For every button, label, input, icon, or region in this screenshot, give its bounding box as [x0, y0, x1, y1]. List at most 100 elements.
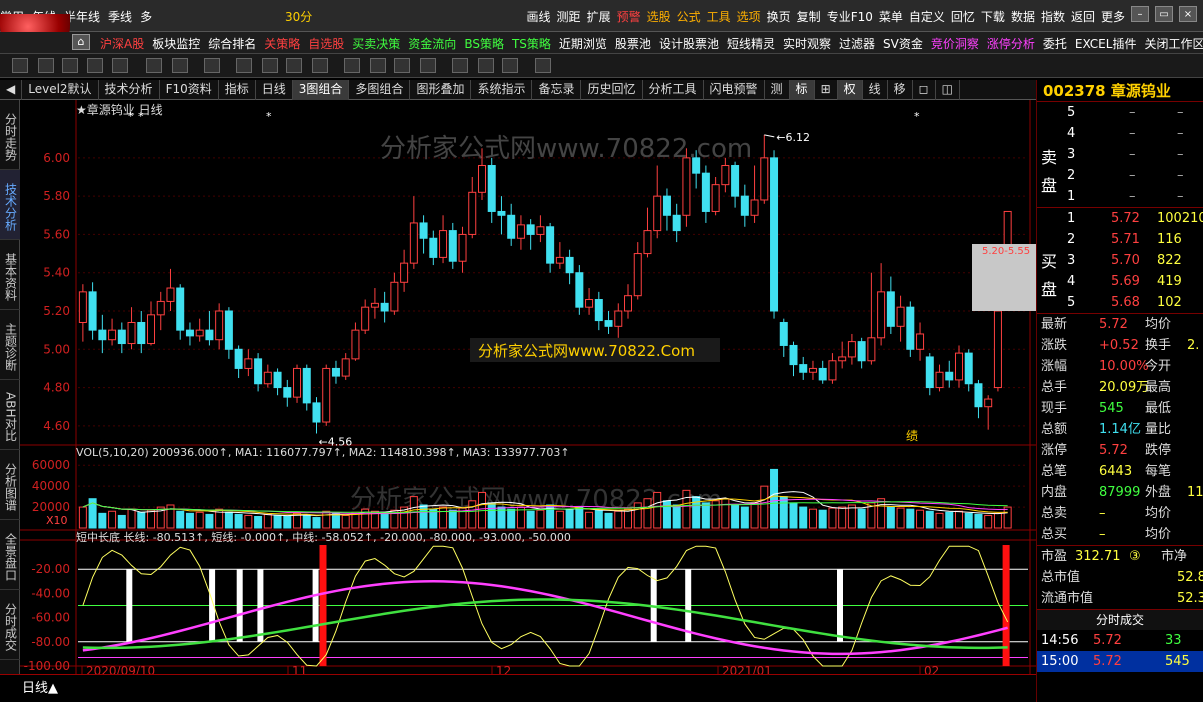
- tab-19[interactable]: 移: [888, 80, 913, 100]
- menu-right-item-3[interactable]: 预警: [617, 8, 641, 25]
- tools-icon[interactable]: [502, 58, 518, 73]
- tab-16[interactable]: ⊞: [815, 80, 838, 100]
- tab-7[interactable]: 多图组合: [349, 80, 411, 100]
- leftnav-5[interactable]: 分析图谱: [0, 450, 20, 520]
- nav-item-4[interactable]: 自选股: [308, 35, 344, 52]
- vol-tick-1: 40000: [32, 479, 70, 493]
- nav-item-16[interactable]: 竞价洞察: [931, 35, 979, 52]
- maximize-icon[interactable]: ▭: [1155, 6, 1173, 22]
- menu-item-4[interactable]: 多: [140, 8, 152, 25]
- period-indicator[interactable]: 30分: [285, 8, 312, 25]
- nav-item-8[interactable]: TS策略: [512, 35, 551, 52]
- menu-item-3[interactable]: 季线: [108, 8, 132, 25]
- menu-right-item-1[interactable]: 测距: [557, 8, 581, 25]
- nav-item-10[interactable]: 股票池: [615, 35, 651, 52]
- menu-right-item-6[interactable]: 工具: [707, 8, 731, 25]
- menu-right-item-7[interactable]: 选项: [737, 8, 761, 25]
- window-icon[interactable]: [38, 58, 54, 73]
- tab-6[interactable]: 3图组合: [292, 80, 350, 100]
- tab-17[interactable]: 权: [837, 80, 863, 100]
- menu-right-item-13[interactable]: 回忆: [951, 8, 975, 25]
- line-icon[interactable]: [172, 58, 188, 73]
- leftnav-0[interactable]: 分时走势: [0, 100, 20, 170]
- nav-item-19[interactable]: EXCEL插件: [1075, 35, 1137, 52]
- tab-1[interactable]: Level2默认: [22, 80, 99, 100]
- nav-item-1[interactable]: 板块监控: [152, 35, 200, 52]
- menu-right-item-8[interactable]: 换页: [767, 8, 791, 25]
- warn-icon[interactable]: [262, 58, 278, 73]
- nav-item-3[interactable]: 关策略: [264, 35, 300, 52]
- leftnav-2[interactable]: 基本资料: [0, 240, 20, 310]
- brush-icon[interactable]: [204, 58, 220, 73]
- menu-right-item-10[interactable]: 专业F10: [827, 8, 873, 25]
- tab-2[interactable]: 技术分析: [99, 80, 160, 100]
- nav-item-9[interactable]: 近期浏览: [559, 35, 607, 52]
- nav-item-12[interactable]: 短线精灵: [727, 35, 775, 52]
- calc-icon[interactable]: [452, 58, 468, 73]
- close-icon[interactable]: ×: [1179, 6, 1197, 22]
- nav-item-0[interactable]: 沪深A股: [100, 35, 144, 52]
- nav-item-6[interactable]: 资金流向: [408, 35, 456, 52]
- menu-right-item-14[interactable]: 下载: [981, 8, 1005, 25]
- menu-right-item-17[interactable]: 返回: [1071, 8, 1095, 25]
- minimize-icon[interactable]: –: [1131, 6, 1149, 22]
- table-icon[interactable]: [112, 58, 128, 73]
- flag-icon[interactable]: [236, 58, 252, 73]
- edit-icon[interactable]: [420, 58, 436, 73]
- menu-right-item-5[interactable]: 公式: [677, 8, 701, 25]
- menu-right-item-4[interactable]: 选股: [647, 8, 671, 25]
- shield-icon[interactable]: [286, 58, 302, 73]
- chart-svg[interactable]: 6.00 5.80 5.60 5.40 5.20 5.00 4.80 4.60 ★章源钨业 日线…: [20, 100, 1057, 678]
- nav-item-15[interactable]: SV资金: [883, 35, 923, 52]
- menu-right-item-11[interactable]: 菜单: [879, 8, 903, 25]
- tab-18[interactable]: 线: [863, 80, 888, 100]
- nav-item-11[interactable]: 设计股票池: [659, 35, 719, 52]
- bell-icon[interactable]: [312, 58, 328, 73]
- psy-icon[interactable]: [87, 58, 103, 73]
- leftnav-6[interactable]: 全景盘口: [0, 520, 20, 590]
- tab-5[interactable]: 日线: [256, 80, 293, 100]
- tab-3[interactable]: F10资料: [160, 80, 219, 100]
- period-switch[interactable]: 日线▲: [22, 677, 58, 696]
- cross-icon[interactable]: [146, 58, 162, 73]
- nav-item-17[interactable]: 涨停分析: [987, 35, 1035, 52]
- tab-10[interactable]: 备忘录: [532, 80, 582, 100]
- tab-4[interactable]: 指标: [219, 80, 256, 100]
- tab-8[interactable]: 图形叠加: [410, 80, 472, 100]
- menu-right-item-9[interactable]: 复制: [797, 8, 821, 25]
- diamond-icon[interactable]: [535, 58, 551, 73]
- menu-right-item-15[interactable]: 数据: [1011, 8, 1035, 25]
- tab-21[interactable]: ◫: [936, 80, 960, 100]
- leftnav-4[interactable]: ABH对比: [0, 380, 20, 450]
- leftnav-3[interactable]: 主题诊断: [0, 310, 20, 380]
- angle-icon[interactable]: [394, 58, 410, 73]
- nav-item-13[interactable]: 实时观察: [783, 35, 831, 52]
- menu-right-item-0[interactable]: 画线: [527, 8, 551, 25]
- leftnav-1[interactable]: 技术分析: [0, 170, 20, 240]
- nav-item-20[interactable]: 关闭工作区: [1144, 35, 1203, 52]
- note-icon[interactable]: [478, 58, 494, 73]
- menu-right-item-12[interactable]: 自定义: [909, 8, 945, 25]
- menu-right-item-16[interactable]: 指数: [1041, 8, 1065, 25]
- leftnav-7[interactable]: 分时成交: [0, 590, 20, 660]
- nav-item-7[interactable]: BS策略: [464, 35, 504, 52]
- tab-12[interactable]: 分析工具: [643, 80, 704, 100]
- nav-item-18[interactable]: 委托: [1043, 35, 1067, 52]
- tab-13[interactable]: 闪电预警: [704, 80, 765, 100]
- home-icon[interactable]: ⌂: [72, 34, 90, 50]
- tab-14[interactable]: 测: [765, 80, 790, 100]
- menu-right-item-18[interactable]: 更多: [1101, 8, 1125, 25]
- nav-item-5[interactable]: 买卖决策: [352, 35, 400, 52]
- chart-icon[interactable]: [12, 58, 28, 73]
- nav-item-14[interactable]: 过滤器: [839, 35, 875, 52]
- tab-20[interactable]: ◻: [913, 80, 936, 100]
- signal-icon[interactable]: [344, 58, 360, 73]
- tab-0[interactable]: ◀: [0, 80, 23, 100]
- nav-item-2[interactable]: 综合排名: [208, 35, 256, 52]
- tab-15[interactable]: 标: [789, 80, 815, 100]
- tab-9[interactable]: 系统指示: [471, 80, 533, 100]
- doc-icon[interactable]: [370, 58, 386, 73]
- layout-icon[interactable]: [62, 58, 78, 73]
- tab-11[interactable]: 历史回忆: [581, 80, 643, 100]
- menu-right-item-2[interactable]: 扩展: [587, 8, 611, 25]
